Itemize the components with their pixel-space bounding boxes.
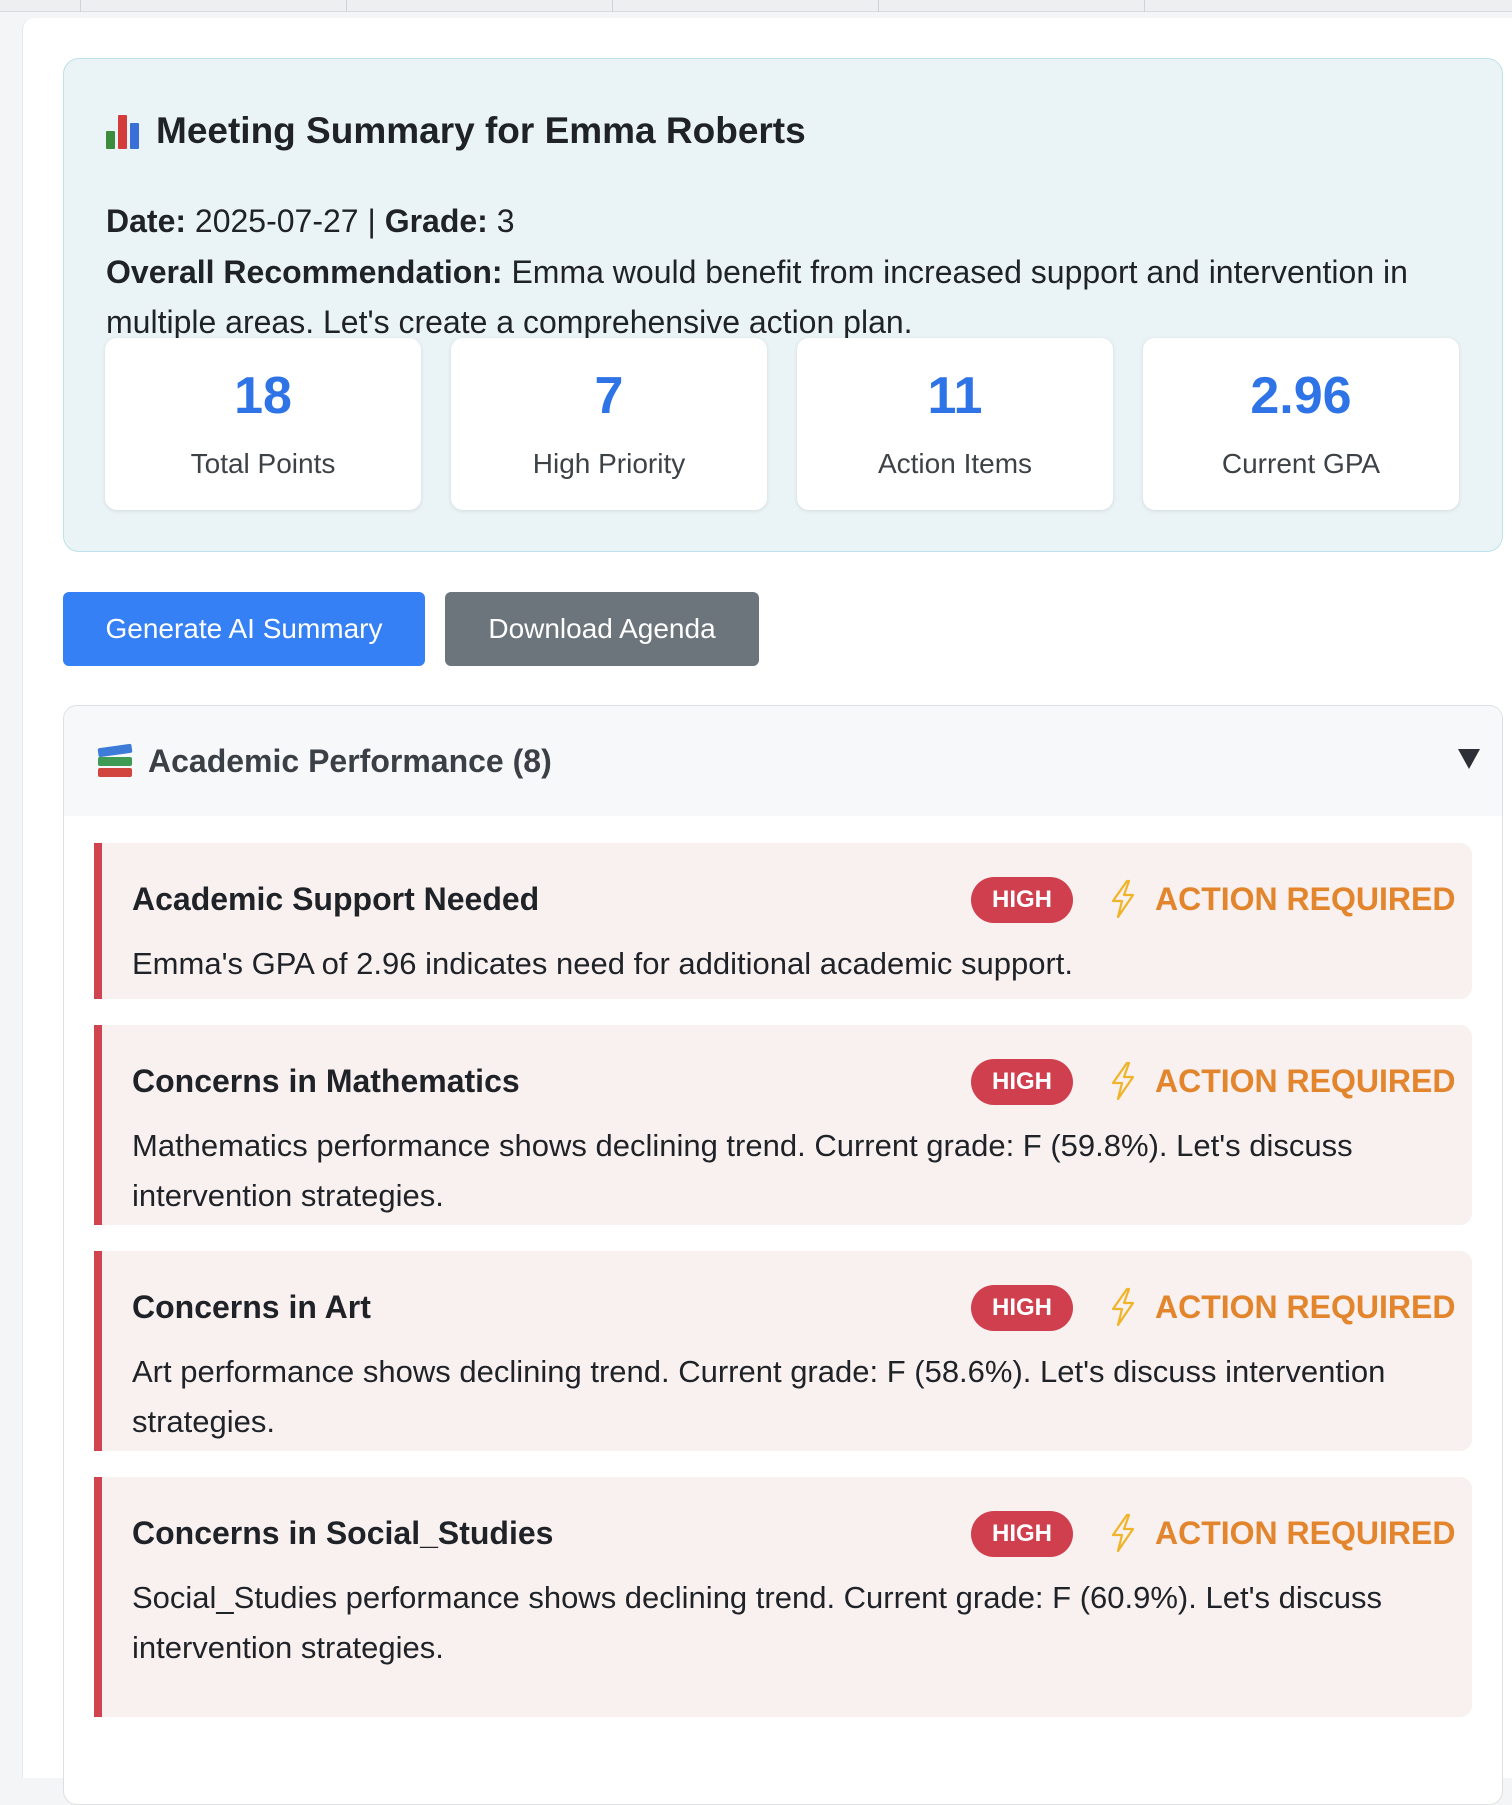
summary-title: Meeting Summary for Emma Roberts (156, 110, 806, 151)
download-agenda-button[interactable]: Download Agenda (445, 592, 759, 666)
stat-value: 11 (927, 367, 983, 425)
recommendation-label: Overall Recommendation: (106, 254, 503, 290)
generate-ai-summary-button[interactable]: Generate AI Summary (63, 592, 425, 666)
concern-card: Concerns in Social_Studies HIGH ACTION R… (94, 1477, 1472, 1717)
grade-label: Grade: (384, 203, 488, 239)
concern-title: Concerns in Art (132, 1289, 371, 1325)
concern-title: Concerns in Social_Studies (132, 1515, 554, 1551)
academic-performance-section: Academic Performance (8) Academic Suppor… (63, 705, 1503, 1805)
action-required-label: ACTION REQUIRED (1155, 1288, 1456, 1325)
concern-card: Concerns in Art HIGH ACTION REQUIRED Art… (94, 1251, 1472, 1451)
concern-text: Art performance shows declining trend. C… (132, 1354, 1386, 1439)
action-required-label: ACTION REQUIRED (1155, 1514, 1456, 1551)
summary-heading: Meeting Summary for Emma Roberts (106, 107, 806, 155)
priority-badge: HIGH (971, 1059, 1073, 1105)
browser-tab-strip (0, 0, 1512, 12)
priority-badge: HIGH (971, 1285, 1073, 1331)
tab-separator (878, 0, 879, 12)
concern-text: Social_Studies performance shows declini… (132, 1580, 1382, 1665)
priority-badge: HIGH (971, 1511, 1073, 1557)
stat-value: 18 (234, 367, 292, 425)
books-icon (97, 743, 134, 778)
action-required-tag: ACTION REQUIRED (1107, 877, 1455, 921)
stat-card-current-gpa: 2.96 Current GPA (1143, 338, 1459, 510)
tab-separator (80, 0, 81, 12)
concern-text: Emma's GPA of 2.96 indicates need for ad… (132, 946, 1074, 981)
tab-separator (346, 0, 347, 12)
page-panel: Meeting Summary for Emma Roberts Date: 2… (22, 18, 1512, 1805)
lightning-bolt-icon (1111, 1513, 1135, 1553)
priority-badge: HIGH (971, 877, 1073, 923)
grade-value: 3 (496, 203, 515, 239)
stat-label: Action Items (877, 448, 1033, 479)
action-required-tag: ACTION REQUIRED (1107, 1285, 1455, 1329)
bar-chart-icon (106, 111, 144, 151)
stat-value: 2.96 (1250, 367, 1352, 425)
tab-separator (1144, 0, 1145, 12)
section-header-toggle[interactable]: Academic Performance (8) (64, 706, 1502, 816)
overall-recommendation: Overall Recommendation: Emma would benef… (106, 247, 1466, 347)
stat-card-total-points: 18 Total Points (105, 338, 421, 510)
stat-label: Total Points (190, 448, 336, 479)
stat-label: High Priority (532, 448, 686, 479)
chevron-down-icon[interactable] (1458, 749, 1480, 769)
concern-title: Academic Support Needed (132, 881, 540, 917)
action-required-tag: ACTION REQUIRED (1107, 1059, 1455, 1103)
concern-text: Mathematics performance shows declining … (132, 1128, 1353, 1213)
meeting-summary-card: Meeting Summary for Emma Roberts Date: 2… (63, 58, 1503, 552)
section-heading: Academic Performance (8) (97, 737, 552, 785)
meeting-meta: Date: 2025-07-27 | Grade: 3 (106, 199, 515, 243)
lightning-bolt-icon (1111, 879, 1135, 919)
lightning-bolt-icon (1111, 1287, 1135, 1327)
stat-card-high-priority: 7 High Priority (451, 338, 767, 510)
date-value: 2025-07-27 (194, 203, 359, 239)
action-required-label: ACTION REQUIRED (1155, 880, 1456, 917)
tab-separator (612, 0, 613, 12)
concern-title: Concerns in Mathematics (132, 1063, 520, 1099)
concern-card: Academic Support Needed HIGH ACTION REQU… (94, 843, 1472, 999)
meta-separator: | (367, 203, 376, 239)
date-label: Date: (106, 203, 187, 239)
stat-value: 7 (594, 367, 624, 425)
lightning-bolt-icon (1111, 1061, 1135, 1101)
action-required-tag: ACTION REQUIRED (1107, 1511, 1455, 1555)
stat-card-action-items: 11 Action Items (797, 338, 1113, 510)
section-title: Academic Performance (8) (148, 742, 552, 779)
stat-label: Current GPA (1221, 448, 1381, 479)
action-required-label: ACTION REQUIRED (1155, 1062, 1456, 1099)
concern-card: Concerns in Mathematics HIGH ACTION REQU… (94, 1025, 1472, 1225)
